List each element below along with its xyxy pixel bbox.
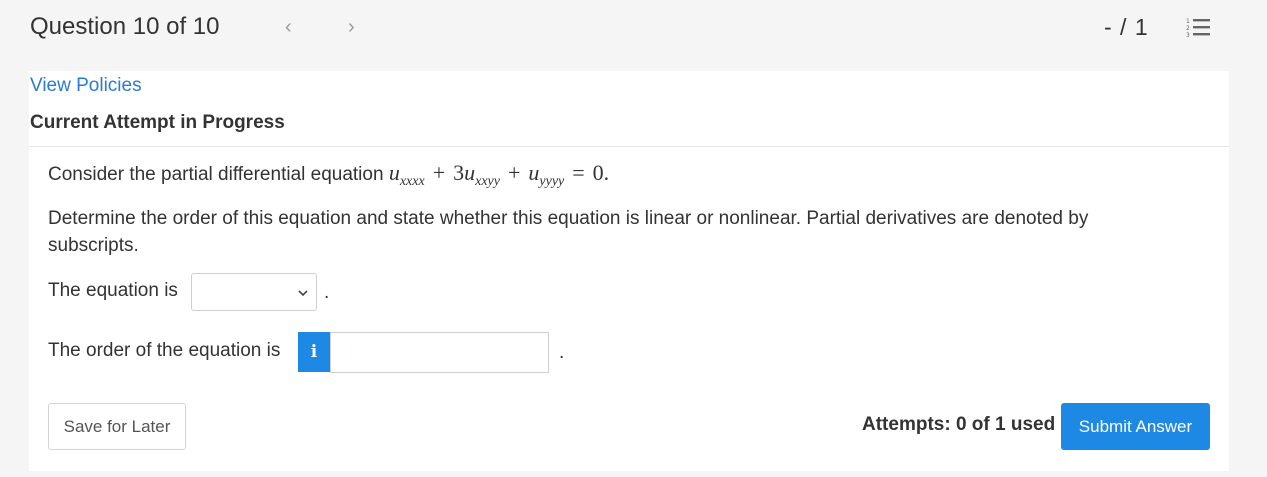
svg-text:3: 3 bbox=[1186, 32, 1190, 39]
score-display: - / 1 bbox=[1104, 14, 1149, 40]
operator-plus: + bbox=[507, 160, 521, 185]
previous-question-icon[interactable]: ‹ bbox=[285, 16, 292, 39]
attempt-status-heading: Current Attempt in Progress bbox=[30, 112, 285, 133]
question-title: Question 10 of 10 bbox=[30, 13, 220, 40]
question-instructions: Determine the order of this equation and… bbox=[48, 208, 1089, 256]
pde-equation: uxxxx +3uxxyy + uyyyy = 0. bbox=[388, 160, 610, 189]
equation-type-dropdown[interactable] bbox=[191, 273, 317, 311]
chevron-down-icon bbox=[298, 290, 308, 297]
term1-var: u bbox=[388, 160, 400, 185]
next-question-icon[interactable]: › bbox=[348, 16, 355, 39]
term2-sub: xxyy bbox=[475, 174, 500, 189]
divider bbox=[29, 146, 1229, 147]
svg-text:1: 1 bbox=[1186, 18, 1190, 25]
question-header: Question 10 of 10 ‹ › - / 1 1 2 3 bbox=[0, 0, 1267, 58]
term2-coef: 3 bbox=[453, 160, 465, 185]
info-icon[interactable]: i bbox=[298, 332, 330, 372]
submit-answer-button[interactable]: Submit Answer bbox=[1061, 403, 1210, 450]
svg-text:2: 2 bbox=[1186, 25, 1190, 32]
order-label: The order of the equation is bbox=[48, 340, 281, 361]
numbered-list-icon[interactable]: 1 2 3 bbox=[1185, 17, 1211, 39]
attempts-counter: Attempts: 0 of 1 used bbox=[862, 414, 1056, 435]
term3-var: u bbox=[528, 160, 540, 185]
sentence-period: . bbox=[324, 282, 330, 303]
sentence-period: . bbox=[559, 342, 565, 363]
order-answer-input[interactable] bbox=[330, 332, 549, 373]
term2-var: u bbox=[464, 160, 476, 185]
pde-intro-text: Consider the partial differential equati… bbox=[48, 164, 384, 185]
term1-sub: xxxx bbox=[399, 174, 425, 189]
view-policies-link[interactable]: View Policies bbox=[30, 75, 142, 97]
term3-sub: yyyy bbox=[539, 174, 565, 189]
pde-statement: Consider the partial differential equati… bbox=[48, 160, 609, 190]
operator-plus: + bbox=[432, 160, 446, 185]
operator-equals: = bbox=[572, 160, 585, 185]
equation-type-label: The equation is bbox=[48, 280, 178, 301]
save-for-later-button[interactable]: Save for Later bbox=[48, 403, 186, 450]
equation-rhs: 0. bbox=[592, 160, 610, 185]
